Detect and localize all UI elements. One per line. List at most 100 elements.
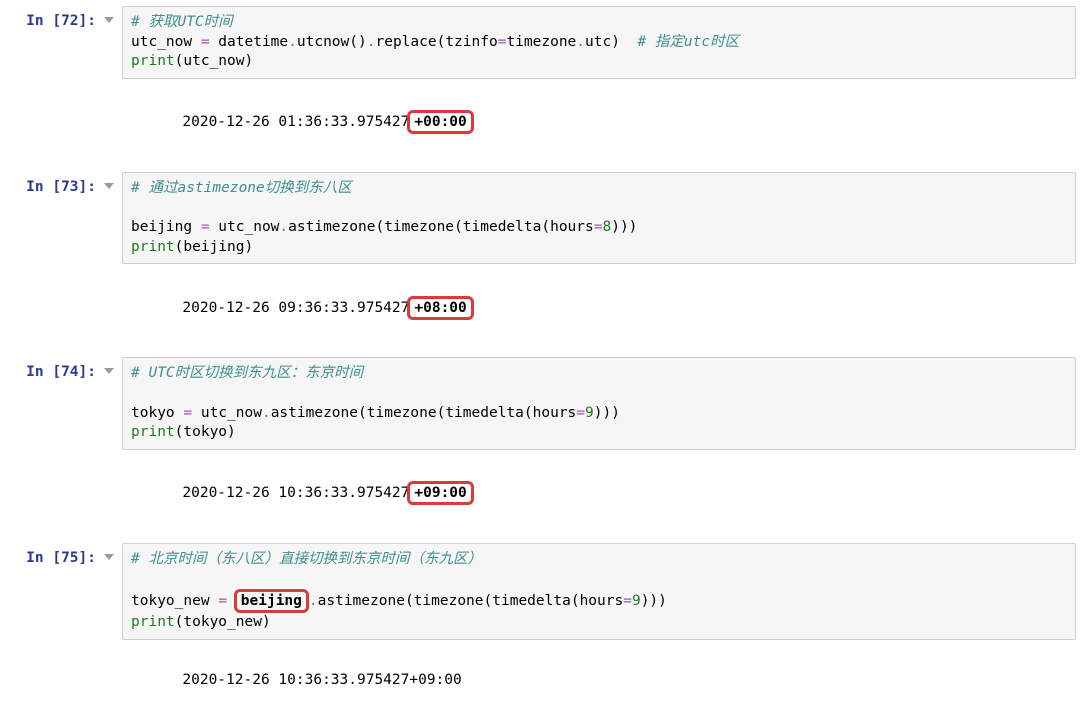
code-line: # 通过astimezone切换到东八区 bbox=[131, 179, 1067, 199]
output-text: 2020-12-26 10:36:33.975427 bbox=[182, 485, 409, 501]
code-line: beijing = utc_now.astimezone(timezone(ti… bbox=[131, 218, 1067, 238]
code-input[interactable]: # 北京时间（东八区）直接切换到东京时间（东九区） tokyo_new = be… bbox=[122, 543, 1076, 640]
code-token: ( bbox=[524, 405, 533, 421]
code-token: ( bbox=[484, 593, 493, 609]
code-token: ) bbox=[227, 424, 236, 440]
code-token: ( bbox=[541, 219, 550, 235]
code-token: . bbox=[309, 593, 318, 609]
code-line bbox=[131, 570, 1067, 590]
code-token: # UTC时区切换到东九区：东京时间 bbox=[131, 365, 363, 381]
code-token: timezone bbox=[384, 219, 454, 235]
input-prompt: In [75]: bbox=[26, 543, 96, 569]
code-token: ) bbox=[611, 34, 620, 50]
code-line: # UTC时区切换到东九区：东京时间 bbox=[131, 364, 1067, 384]
code-line: print(beijing) bbox=[131, 238, 1067, 258]
code-token: ( bbox=[405, 593, 414, 609]
code-token: 9 bbox=[585, 405, 594, 421]
output-row: 2020-12-26 01:36:33.975427+00:00 bbox=[4, 87, 1076, 158]
code-token: beijing bbox=[131, 219, 201, 235]
highlighted-substring: +09:00 bbox=[407, 481, 473, 505]
code-line: tokyo = utc_now.astimezone(timezone(time… bbox=[131, 404, 1067, 424]
cell-collapse-toggle[interactable] bbox=[104, 366, 116, 376]
code-token: utc bbox=[585, 34, 611, 50]
prompt-column: In [73]: bbox=[4, 172, 104, 198]
code-token: ))) bbox=[611, 219, 637, 235]
output-row: 2020-12-26 09:36:33.975427+08:00 bbox=[4, 272, 1076, 343]
output-row: 2020-12-26 10:36:33.975427+09:00 bbox=[4, 648, 1076, 715]
code-token: utc_now bbox=[183, 53, 244, 69]
output-text: 2020-12-26 10:36:33.975427+09:00 bbox=[182, 672, 461, 688]
code-token: 9 bbox=[632, 593, 641, 609]
code-token: tokyo_new bbox=[183, 614, 262, 630]
cell-collapse-toggle[interactable] bbox=[104, 552, 116, 562]
input-prompt: In [73]: bbox=[26, 172, 96, 198]
code-token: astimezone bbox=[318, 593, 405, 609]
code-token: ( bbox=[358, 405, 367, 421]
code-cell: In [72]: # 获取UTC时间utc_now = datetime.utc… bbox=[4, 6, 1076, 79]
code-line: print(tokyo_new) bbox=[131, 613, 1067, 633]
cell-collapse-toggle[interactable] bbox=[104, 15, 116, 25]
code-input[interactable]: # 通过astimezone切换到东八区 beijing = utc_now.a… bbox=[122, 172, 1076, 264]
code-cell: In [73]: # 通过astimezone切换到东八区 beijing = … bbox=[4, 172, 1076, 264]
cell-output: 2020-12-26 01:36:33.975427+00:00 bbox=[122, 87, 1076, 158]
code-token: timezone bbox=[367, 405, 437, 421]
code-token: = bbox=[183, 405, 192, 421]
chevron-down-icon bbox=[104, 366, 114, 376]
highlighted-substring: +00:00 bbox=[407, 110, 473, 134]
code-line: utc_now = datetime.utcnow().replace(tzin… bbox=[131, 33, 1067, 53]
highlighted-substring: beijing bbox=[234, 589, 309, 613]
code-token: print bbox=[131, 53, 175, 69]
cell-output: 2020-12-26 10:36:33.975427+09:00 bbox=[122, 648, 1076, 715]
code-cell: In [74]: # UTC时区切换到东九区：东京时间 tokyo = utc_… bbox=[4, 357, 1076, 449]
code-token: = bbox=[623, 593, 632, 609]
code-token: hours bbox=[580, 593, 624, 609]
code-token: ( bbox=[454, 219, 463, 235]
chevron-down-icon bbox=[104, 15, 114, 25]
code-token: ))) bbox=[641, 593, 667, 609]
code-token: astimezone bbox=[288, 219, 375, 235]
code-token: ) bbox=[245, 53, 254, 69]
code-line bbox=[131, 384, 1067, 404]
code-cell: In [75]: # 北京时间（东八区）直接切换到东京时间（东九区） tokyo… bbox=[4, 543, 1076, 640]
output-text: 2020-12-26 09:36:33.975427 bbox=[182, 300, 409, 316]
code-token: . bbox=[288, 34, 297, 50]
cell-output: 2020-12-26 10:36:33.975427+09:00 bbox=[122, 458, 1076, 529]
code-line: # 获取UTC时间 bbox=[131, 13, 1067, 33]
code-token: = bbox=[201, 219, 210, 235]
code-token: # 获取UTC时间 bbox=[131, 14, 233, 30]
code-token: timedelta bbox=[492, 593, 571, 609]
code-token: replace bbox=[375, 34, 436, 50]
code-token: utc_now bbox=[131, 34, 201, 50]
code-input[interactable]: # UTC时区切换到东九区：东京时间 tokyo = utc_now.astim… bbox=[122, 357, 1076, 449]
code-token: tzinfo bbox=[445, 34, 497, 50]
code-token: ) bbox=[262, 614, 271, 630]
code-line: # 北京时间（东八区）直接切换到东京时间（东九区） bbox=[131, 550, 1067, 570]
code-token: . bbox=[279, 219, 288, 235]
jupyter-notebook: In [72]: # 获取UTC时间utc_now = datetime.utc… bbox=[0, 0, 1080, 724]
code-input[interactable]: # 获取UTC时间utc_now = datetime.utcnow().rep… bbox=[122, 6, 1076, 79]
prompt-column: In [75]: bbox=[4, 543, 104, 569]
code-token: print bbox=[131, 239, 175, 255]
cell-collapse-toggle[interactable] bbox=[104, 181, 116, 191]
code-token: hours bbox=[550, 219, 594, 235]
code-line: print(tokyo) bbox=[131, 423, 1067, 443]
code-token: ))) bbox=[594, 405, 620, 421]
code-token: tokyo bbox=[183, 424, 227, 440]
code-token: # 通过astimezone切换到东八区 bbox=[131, 180, 352, 196]
code-token: # 北京时间（东八区）直接切换到东京时间（东九区） bbox=[131, 551, 482, 567]
code-line bbox=[131, 199, 1067, 219]
code-token: . bbox=[576, 34, 585, 50]
code-token: tokyo bbox=[131, 405, 183, 421]
code-token: ) bbox=[245, 239, 254, 255]
chevron-down-icon bbox=[104, 552, 114, 562]
prompt-column: In [72]: bbox=[4, 6, 104, 32]
code-token: timedelta bbox=[445, 405, 524, 421]
highlighted-substring: +08:00 bbox=[407, 296, 473, 320]
code-token: = bbox=[201, 34, 210, 50]
code-token: # 指定utc时区 bbox=[637, 34, 739, 50]
code-token: utc_now bbox=[192, 405, 262, 421]
code-token: astimezone bbox=[271, 405, 358, 421]
output-text: 2020-12-26 01:36:33.975427 bbox=[182, 114, 409, 130]
chevron-down-icon bbox=[104, 181, 114, 191]
input-prompt: In [72]: bbox=[26, 6, 96, 32]
